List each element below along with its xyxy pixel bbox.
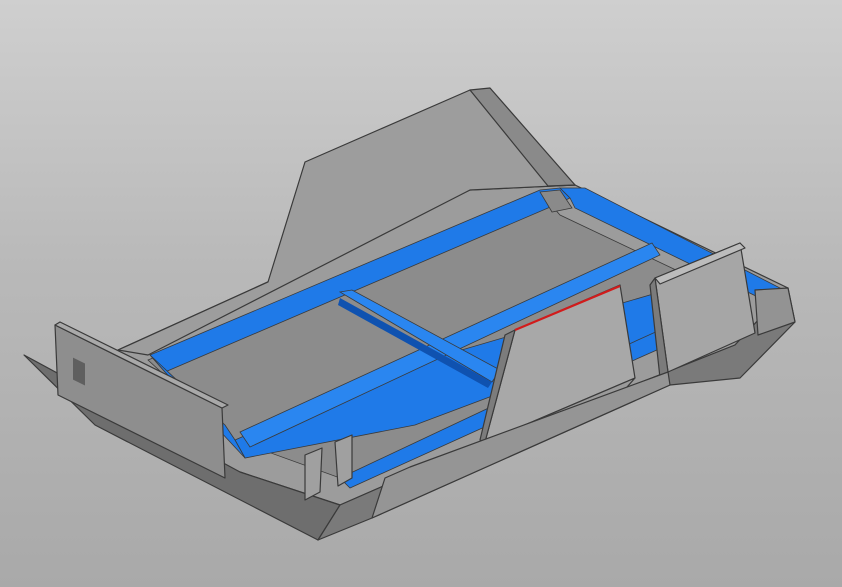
cad-model[interactable] bbox=[0, 0, 842, 587]
front-post-right bbox=[334, 434, 353, 487]
cad-3d-viewport[interactable] bbox=[0, 0, 842, 587]
front-post-left bbox=[304, 447, 323, 501]
